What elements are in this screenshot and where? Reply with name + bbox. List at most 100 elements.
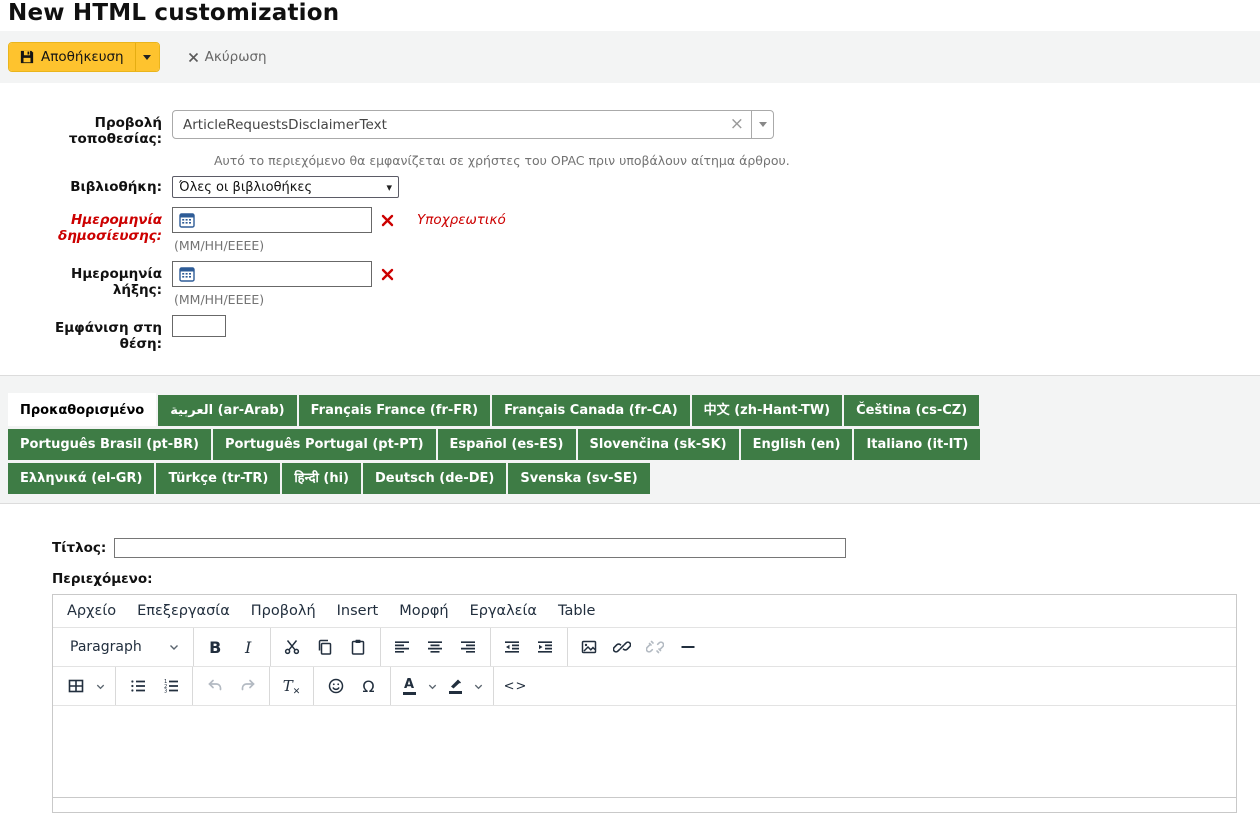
- emoticons-button[interactable]: [319, 671, 352, 701]
- library-label: Βιβλιοθήκη:: [42, 176, 162, 198]
- editor-content-area[interactable]: [53, 705, 1236, 797]
- cancel-button-label: Ακύρωση: [205, 49, 267, 65]
- chevron-down-icon: [95, 681, 106, 692]
- clear-icon[interactable]: ×: [723, 116, 751, 133]
- numbered-list-button[interactable]: 123: [154, 671, 187, 701]
- copy-button[interactable]: [309, 632, 342, 662]
- tab-ar-arab[interactable]: العربية (ar-Arab): [158, 395, 296, 426]
- tab-es-es[interactable]: Español (es-ES): [438, 429, 576, 460]
- display-position-input[interactable]: [172, 315, 226, 337]
- paragraph-style-select[interactable]: Paragraph: [62, 639, 188, 655]
- align-right-button[interactable]: [452, 632, 485, 662]
- bullet-list-button[interactable]: [121, 671, 154, 701]
- expiration-date-label: Ημερομηνία λήξης:: [42, 261, 162, 315]
- bold-button[interactable]: B: [199, 632, 232, 662]
- publication-date-input[interactable]: [197, 208, 371, 232]
- calendar-icon[interactable]: [177, 210, 197, 230]
- emoticon-icon: [327, 677, 345, 695]
- align-left-button[interactable]: [386, 632, 419, 662]
- library-select[interactable]: Όλες οι βιβλιοθήκες ▾: [172, 176, 399, 198]
- language-tabs: Προκαθορισμένο العربية (ar-Arab) Françai…: [0, 375, 1260, 504]
- outdent-button[interactable]: [496, 632, 529, 662]
- dropdown-arrow-segment[interactable]: [751, 111, 773, 138]
- menu-tools[interactable]: Εργαλεία: [470, 603, 537, 619]
- indent-button[interactable]: [529, 632, 562, 662]
- menu-file[interactable]: Αρχείο: [67, 603, 116, 619]
- highlight-color-icon: [448, 679, 463, 694]
- tab-pt-br[interactable]: Português Brasil (pt-BR): [8, 429, 211, 460]
- unlink-button[interactable]: [639, 632, 672, 662]
- chevron-down-icon: [473, 681, 484, 692]
- cut-button[interactable]: [276, 632, 309, 662]
- horizontal-rule-button[interactable]: [672, 632, 705, 662]
- save-options-button[interactable]: [135, 43, 159, 71]
- table-button[interactable]: [62, 671, 90, 701]
- tab-sk-sk[interactable]: Slovenčina (sk-SK): [578, 429, 739, 460]
- undo-icon: [206, 677, 224, 695]
- menu-format[interactable]: Μορφή: [399, 603, 448, 619]
- tab-zh-hant-tw[interactable]: 中文 (zh-Hant-TW): [692, 395, 842, 426]
- save-icon: [20, 50, 34, 64]
- table-icon: [67, 677, 85, 695]
- title-input[interactable]: [114, 538, 846, 558]
- highlight-color-button[interactable]: [442, 671, 468, 701]
- menu-table[interactable]: Table: [558, 603, 596, 619]
- paste-button[interactable]: [342, 632, 375, 662]
- display-location-select[interactable]: ArticleRequestsDisclaimerText ×: [172, 110, 774, 139]
- italic-button[interactable]: I: [232, 632, 265, 662]
- delete-date-icon[interactable]: [381, 214, 394, 227]
- required-text: Υποχρεωτικό: [417, 212, 506, 228]
- menu-insert[interactable]: Insert: [337, 603, 379, 619]
- publication-date-label: Ημερομηνία δημοσίευσης:: [42, 207, 162, 261]
- align-right-icon: [459, 638, 477, 656]
- display-location-value: ArticleRequestsDisclaimerText: [183, 117, 723, 133]
- highlight-color-menu-button[interactable]: [468, 671, 488, 701]
- action-toolbar: Αποθήκευση Ακύρωση: [0, 31, 1260, 83]
- italic-icon: I: [245, 638, 251, 657]
- tab-en[interactable]: English (en): [741, 429, 853, 460]
- copy-icon: [316, 638, 334, 656]
- editor-toolbar-row-2: 123 T✕ Ω: [53, 666, 1236, 705]
- align-center-button[interactable]: [419, 632, 452, 662]
- unlink-icon: [646, 638, 664, 656]
- insert-image-button[interactable]: [573, 632, 606, 662]
- expiration-date-input[interactable]: [197, 262, 371, 286]
- display-position-label: Εμφάνιση στη θέση:: [42, 315, 162, 352]
- clear-formatting-button[interactable]: T✕: [275, 671, 308, 701]
- tab-de-de[interactable]: Deutsch (de-DE): [363, 463, 506, 494]
- source-code-icon: <>: [504, 679, 528, 694]
- redo-button[interactable]: [231, 671, 264, 701]
- insert-link-button[interactable]: [606, 632, 639, 662]
- tab-hi[interactable]: हिन्दी (hi): [282, 463, 361, 494]
- cancel-button[interactable]: Ακύρωση: [188, 49, 267, 65]
- tab-tr-tr[interactable]: Türkçe (tr-TR): [156, 463, 280, 494]
- undo-button[interactable]: [198, 671, 231, 701]
- outdent-icon: [503, 638, 521, 656]
- default-tab-panel: Τίτλος: Περιεχόμενο: Αρχείο Επεξεργασία …: [0, 504, 1260, 813]
- display-location-label: Προβολή τοποθεσίας:: [42, 110, 162, 147]
- tab-fr-fr[interactable]: Français France (fr-FR): [299, 395, 490, 426]
- delete-date-icon[interactable]: [381, 268, 394, 281]
- tab-el-gr[interactable]: Ελληνικά (el-GR): [8, 463, 154, 494]
- text-color-menu-button[interactable]: [422, 671, 442, 701]
- menu-edit[interactable]: Επεξεργασία: [137, 603, 230, 619]
- tab-default[interactable]: Προκαθορισμένο: [8, 393, 156, 426]
- tab-fr-ca[interactable]: Français Canada (fr-CA): [492, 395, 690, 426]
- align-center-icon: [426, 638, 444, 656]
- tab-sv-se[interactable]: Svenska (sv-SE): [508, 463, 649, 494]
- menu-view[interactable]: Προβολή: [251, 603, 316, 619]
- source-code-button[interactable]: <>: [499, 671, 532, 701]
- tab-it-it[interactable]: Italiano (it-IT): [854, 429, 980, 460]
- calendar-icon[interactable]: [177, 264, 197, 284]
- indent-icon: [536, 638, 554, 656]
- save-button[interactable]: Αποθήκευση: [9, 43, 135, 71]
- text-color-button[interactable]: A: [396, 671, 422, 701]
- close-icon: [188, 52, 199, 63]
- special-character-button[interactable]: Ω: [352, 671, 385, 701]
- tab-pt-pt[interactable]: Português Portugal (pt-PT): [213, 429, 436, 460]
- tab-cs-cz[interactable]: Čeština (cs-CZ): [844, 395, 979, 426]
- expiration-date-field: [172, 261, 372, 287]
- table-menu-button[interactable]: [90, 671, 110, 701]
- editor-statusbar: [53, 797, 1236, 812]
- cut-icon: [283, 638, 301, 656]
